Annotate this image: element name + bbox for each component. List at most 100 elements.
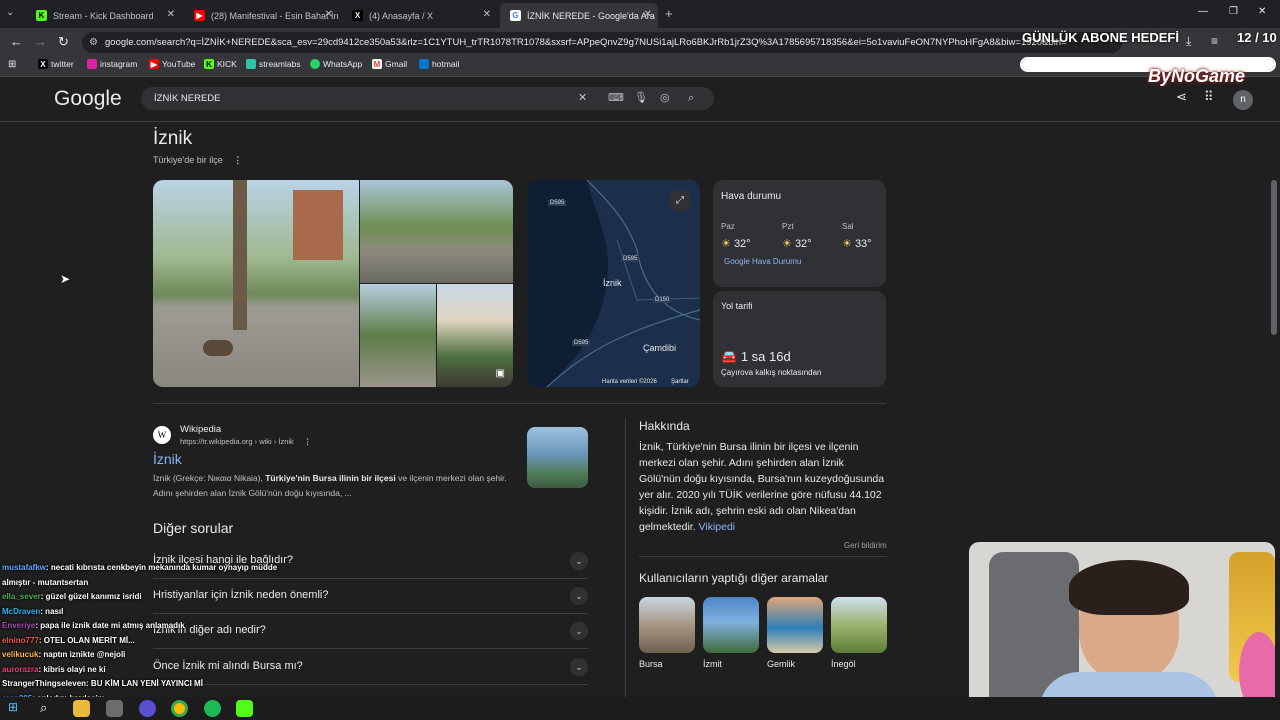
related-item-label[interactable]: İzmit [703,659,722,669]
related-item-izmit-image[interactable] [703,597,759,653]
bookmark-whatsapp[interactable]: WhatsApp [310,59,362,69]
wikipedia-icon: W [153,426,171,444]
bookmark-gmail[interactable]: M Gmail [372,59,407,69]
close-icon[interactable]: ✕ [325,9,333,20]
restore-icon[interactable]: ❐ [1229,6,1238,17]
spotify-icon[interactable] [204,700,221,717]
window-close-icon[interactable]: ✕ [1258,6,1266,17]
search-icon[interactable]: ⌕ [40,700,57,717]
site-info-icon[interactable]: ⚙ [89,32,98,53]
chevron-down-icon[interactable]: ⌄ [570,622,588,640]
bookmark-twitter[interactable]: Xtwitter [38,59,74,69]
photo-gallery[interactable]: ▣ [153,180,513,387]
kick-icon: K [204,59,214,69]
map-city-label: İznik [603,278,622,288]
menu-list-icon[interactable]: ≡ [1211,34,1218,48]
about-source-link[interactable]: Vikipedi [699,521,736,533]
windows-start-icon[interactable]: ⊞ [8,700,25,717]
related-item-gemlik-image[interactable] [767,597,823,653]
bookmark-label: WhatsApp [323,59,363,69]
related-item-label[interactable]: Bursa [639,659,663,669]
expand-map-icon[interactable]: ⤢ [669,190,691,212]
tab-youtube[interactable]: ▶ (28) Manifestival - Esin Bahat İn ✕ [184,3,339,28]
bookmark-youtube[interactable]: ▶ YouTube [149,59,195,69]
clear-icon[interactable]: ✕ [578,87,587,110]
weather-card[interactable]: Hava durumu Paz ☀ 32° Pzt ☀ 32° Sal ☀ 33… [713,180,886,287]
chat-username: McDraven [2,606,41,616]
map-panel[interactable]: D595 D595 İznik D150 D595 Çamdibi ⤢ Hari… [527,180,700,387]
bookmark-instagram[interactable]: instagram [87,59,137,69]
more-options-icon[interactable]: ⋮ [304,437,312,446]
result-thumbnail[interactable] [527,427,588,488]
webcam-overlay [969,542,1275,714]
photo-ruins[interactable] [360,180,513,283]
search-icon[interactable]: ⌕ [688,87,694,110]
related-item-bursa-image[interactable] [639,597,695,653]
new-tab-icon[interactable]: + [665,6,673,21]
chat-message: McDraven: nasıl [2,605,302,620]
chat-text: : naptın iznikte @nejoli [38,650,126,659]
tab-x[interactable]: X (4) Anasayfa / X ✕ [342,3,497,28]
minimize-icon[interactable]: — [1198,6,1208,17]
microphone-icon[interactable]: 🎙 [634,87,648,110]
tab-title: İZNİK NEREDE - Google'da Ara [527,10,655,21]
directions-card[interactable]: Yol tarifi 🚘 1 sa 16d Çayırova kalkış no… [713,291,886,387]
search-input[interactable]: İZNİK NEREDE ✕ ⌨ 🎙 ◎ ⌕ [141,87,714,110]
back-icon[interactable]: ← [10,34,23,49]
related-item-label[interactable]: Gemlik [767,659,795,669]
tab-kick-dashboard[interactable]: K Stream - Kick Dashboard ✕ [26,3,181,28]
bookmark-hotmail[interactable]: hotmail [419,59,459,69]
gallery-icon[interactable]: ▣ [496,368,505,379]
chevron-down-icon[interactable]: ⌄ [570,658,588,676]
result-url: https://tr.wikipedia.org › wiki › İznik … [180,437,311,446]
instagram-icon [87,59,97,69]
chrome-icon[interactable] [171,700,188,717]
weather-source-link[interactable]: Google Hava Durumu [724,257,801,266]
kick-app-icon[interactable] [236,700,253,717]
bookmark-streamlabs[interactable]: streamlabs [246,59,301,69]
page-scrollbar[interactable] [1271,180,1277,335]
tab-google-search[interactable]: G İZNİK NEREDE - Google'da Ara ✕ [500,3,658,28]
more-options-icon[interactable]: ⋮ [233,155,242,165]
chat-username: velikucuk [2,650,39,659]
apps-icon[interactable]: ⠿ [1204,89,1214,105]
app-icon[interactable] [106,700,123,717]
chevron-down-icon[interactable]: ⌄ [570,587,588,605]
youtube-icon: ▶ [194,10,205,21]
close-icon[interactable]: ✕ [167,9,175,20]
file-explorer-icon[interactable] [73,700,90,717]
forward-icon[interactable]: → [34,34,47,49]
chat-username: Enveriye [2,621,36,630]
map-terms-link[interactable]: Şartlar [671,379,689,385]
tab-title: (28) Manifestival - Esin Bahat İn [211,10,339,21]
bookmark-kick[interactable]: K KICK [204,59,237,69]
download-icon[interactable]: ⤓ [1186,34,1191,49]
apps-grid-icon[interactable]: ⊞ [8,59,16,70]
close-icon[interactable]: ✕ [483,9,491,20]
photo-main[interactable] [153,180,359,387]
car-icon: 🚘 [721,349,738,364]
address-bar[interactable]: ⚙ google.com/search?q=İZNİK+NEREDE&sca_e… [82,32,1122,53]
tab-search-icon[interactable]: ⌄ [6,7,14,18]
avatar[interactable]: n [1233,90,1253,110]
google-logo[interactable]: Google [54,87,122,111]
column-divider [625,418,626,697]
obs-icon[interactable] [139,700,156,717]
result-title-link[interactable]: İznik [153,451,182,467]
mouse-cursor-icon: ➤ [60,272,71,286]
share-icon[interactable]: ⋖ [1176,89,1187,105]
photo-palms[interactable] [360,284,436,387]
chat-text: : güzel güzel kanımız isridi [40,592,142,601]
lens-icon[interactable]: ◎ [660,87,670,110]
close-icon[interactable]: ✕ [644,9,652,20]
chevron-down-icon[interactable]: ⌄ [570,552,588,570]
photo-minaret[interactable]: ▣ [437,284,513,387]
chat-message: aurorazra: kibris olayi ne ki [2,663,302,678]
feedback-link[interactable]: Geri bildirim [844,541,887,550]
bookmark-label: twitter [51,59,74,69]
related-item-inegol-image[interactable] [831,597,887,653]
keyboard-icon[interactable]: ⌨ [608,87,624,110]
weather-day: Pzt [782,222,794,231]
related-item-label[interactable]: İnegöl [831,659,856,669]
reload-icon[interactable]: ↻ [58,34,69,50]
